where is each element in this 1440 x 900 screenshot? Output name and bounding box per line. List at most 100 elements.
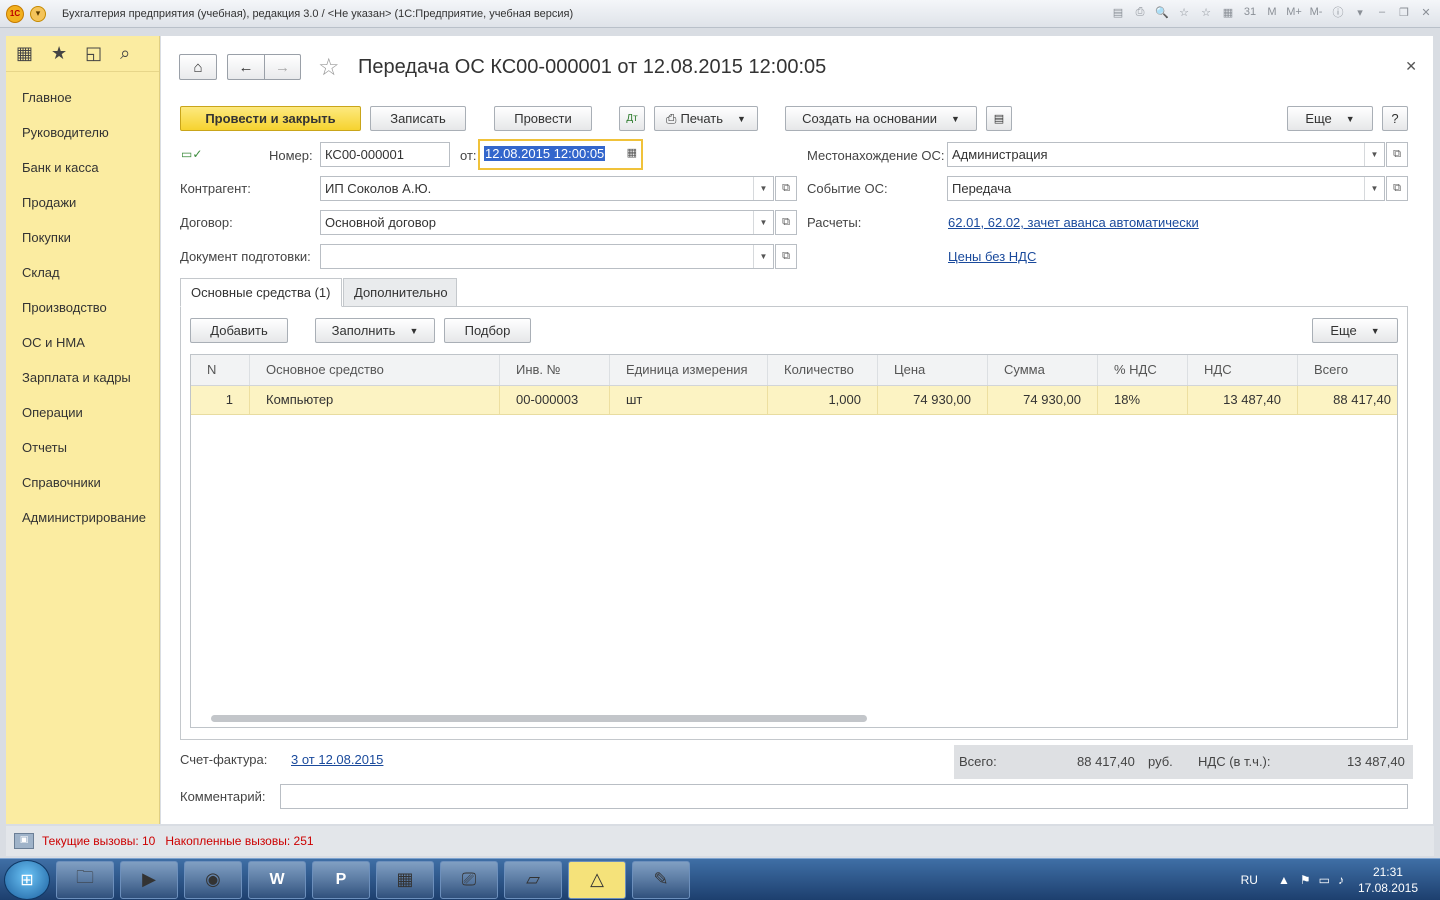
chevron-down-icon[interactable]: ▼	[1364, 177, 1384, 200]
cell-vat[interactable]: 13 487,40	[1188, 386, 1298, 414]
calculator-icon[interactable]: ▦	[376, 860, 434, 899]
open-counterparty-icon[interactable]: ⧉	[775, 176, 797, 201]
prep-doc-field[interactable]: ▼	[320, 244, 774, 269]
flag-icon[interactable]: ⚑	[1300, 873, 1311, 887]
cell-inv[interactable]: 00-000003	[500, 386, 610, 414]
tool-icon-3[interactable]: 🔍	[1154, 6, 1170, 19]
table-more-button[interactable]: Еще ▼	[1312, 318, 1398, 343]
word-icon[interactable]: W	[248, 860, 306, 899]
col-asset[interactable]: Основное средство	[250, 355, 500, 385]
maximize-button[interactable]: ❐	[1396, 6, 1412, 19]
network-icon[interactable]: ▭	[1319, 873, 1330, 887]
close-window-button[interactable]: ✕	[1418, 6, 1434, 19]
save-button[interactable]: Записать	[370, 106, 466, 131]
volume-icon[interactable]: ♪	[1338, 873, 1344, 887]
col-sum[interactable]: Сумма	[988, 355, 1098, 385]
tool-icon-12[interactable]: ▾	[1352, 6, 1368, 19]
tab-fixed-assets[interactable]: Основные средства (1)	[180, 278, 342, 307]
tool-icon-10[interactable]: M-	[1308, 6, 1324, 18]
event-field[interactable]: Передача ▼	[947, 176, 1385, 201]
fill-button[interactable]: Заполнить ▼	[315, 318, 435, 343]
help-button[interactable]: ?	[1382, 106, 1408, 131]
tool-icon-11[interactable]: ⓘ	[1330, 4, 1346, 20]
chevron-down-icon[interactable]: ▼	[1364, 143, 1384, 166]
col-price[interactable]: Цена	[878, 355, 988, 385]
select-button[interactable]: Подбор	[444, 318, 531, 343]
open-prep-doc-icon[interactable]: ⧉	[775, 244, 797, 269]
open-event-icon[interactable]: ⧉	[1386, 176, 1408, 201]
1c-logo-icon[interactable]: 1С	[6, 4, 24, 23]
tray-expand-icon[interactable]: ▲	[1278, 873, 1290, 887]
chevron-down-icon[interactable]: ▼	[753, 211, 773, 234]
tab-additional[interactable]: Дополнительно	[343, 278, 457, 307]
cell-unit[interactable]: шт	[610, 386, 768, 414]
col-inv[interactable]: Инв. №	[500, 355, 610, 385]
add-row-button[interactable]: Добавить	[190, 318, 288, 343]
explorer-icon[interactable]: 🗀	[56, 860, 114, 899]
document-report-icon[interactable]: ▤	[986, 106, 1012, 131]
notes-icon[interactable]: ▱	[504, 860, 562, 899]
dt-kt-icon[interactable]: Дт	[619, 106, 645, 131]
sidebar-item-main[interactable]: Главное	[6, 80, 159, 115]
open-contract-icon[interactable]: ⧉	[775, 210, 797, 235]
history-icon[interactable]: ◱	[85, 43, 102, 64]
col-unit[interactable]: Единица измерения	[610, 355, 768, 385]
sidebar-item-operations[interactable]: Операции	[6, 395, 159, 430]
cell-price[interactable]: 74 930,00	[878, 386, 988, 414]
cell-n[interactable]: 1	[191, 386, 250, 414]
sidebar-item-production[interactable]: Производство	[6, 290, 159, 325]
back-button[interactable]: ←	[227, 54, 264, 80]
table-row[interactable]: 1 Компьютер 00-000003 шт 1,000 74 930,00…	[191, 386, 1397, 415]
col-qty[interactable]: Количество	[768, 355, 878, 385]
home-button[interactable]: ⌂	[179, 54, 217, 80]
more-actions-button[interactable]: Еще ▼	[1287, 106, 1373, 131]
prices-link[interactable]: Цены без НДС	[948, 249, 1036, 264]
cell-total[interactable]: 88 417,40	[1298, 386, 1397, 414]
favorites-star-icon[interactable]: ★	[51, 43, 67, 64]
contract-field[interactable]: Основной договор ▼	[320, 210, 774, 235]
tool-icon-2[interactable]: ⎙	[1132, 6, 1148, 19]
windows-start-icon[interactable]: ⊞	[4, 859, 50, 900]
horizontal-scrollbar[interactable]	[211, 715, 867, 722]
create-based-on-button[interactable]: Создать на основании ▼	[785, 106, 977, 131]
media-player-icon[interactable]: ▶	[120, 860, 178, 899]
counterparty-field[interactable]: ИП Соколов А.Ю. ▼	[320, 176, 774, 201]
clock[interactable]: 21:31 17.08.2015	[1358, 864, 1418, 896]
cell-qty[interactable]: 1,000	[768, 386, 878, 414]
cell-asset[interactable]: Компьютер	[250, 386, 500, 414]
open-location-icon[interactable]: ⧉	[1386, 142, 1408, 167]
main-menu-icon[interactable]: ▾	[30, 5, 46, 22]
tool-icon-9[interactable]: M+	[1286, 6, 1302, 18]
invoice-link[interactable]: 3 от 12.08.2015	[291, 752, 383, 767]
calendar-icon[interactable]: ▦	[627, 141, 637, 166]
minimize-button[interactable]: –	[1374, 6, 1390, 18]
sidebar-item-reports[interactable]: Отчеты	[6, 430, 159, 465]
1c-task-icon[interactable]: △	[568, 860, 626, 899]
sidebar-item-bank[interactable]: Банк и касса	[6, 150, 159, 185]
sidebar-item-catalogs[interactable]: Справочники	[6, 465, 159, 500]
paint-icon[interactable]: ✎	[632, 860, 690, 899]
tool-icon-8[interactable]: M	[1264, 6, 1280, 18]
print-button[interactable]: ⎙ Печать ▼	[654, 106, 758, 131]
chrome-icon[interactable]: ◉	[184, 860, 242, 899]
forward-button[interactable]: →	[264, 54, 301, 80]
sidebar-item-payroll[interactable]: Зарплата и кадры	[6, 360, 159, 395]
cell-vat-rate[interactable]: 18%	[1098, 386, 1188, 414]
cell-sum[interactable]: 74 930,00	[988, 386, 1098, 414]
col-vat-rate[interactable]: % НДС	[1098, 355, 1188, 385]
search-icon[interactable]: ⌕	[120, 43, 130, 64]
sidebar-item-purchases[interactable]: Покупки	[6, 220, 159, 255]
tool-icon-7[interactable]: 31	[1242, 6, 1258, 18]
chevron-down-icon[interactable]: ▼	[753, 177, 773, 200]
favorite-star-icon[interactable]: ☆	[318, 53, 340, 82]
tool-icon-4[interactable]: ☆	[1176, 6, 1192, 19]
location-field[interactable]: Администрация ▼	[947, 142, 1385, 167]
tool-icon-5[interactable]: ☆	[1198, 6, 1214, 19]
scanner-icon[interactable]: ⎚	[440, 860, 498, 899]
col-n[interactable]: N	[191, 355, 250, 385]
sidebar-item-admin[interactable]: Администрирование	[6, 500, 159, 535]
col-total[interactable]: Всего	[1298, 355, 1397, 385]
chevron-down-icon[interactable]: ▼	[753, 245, 773, 268]
tool-icon-1[interactable]: ▤	[1110, 6, 1126, 19]
number-field[interactable]: КС00-000001	[320, 142, 450, 167]
